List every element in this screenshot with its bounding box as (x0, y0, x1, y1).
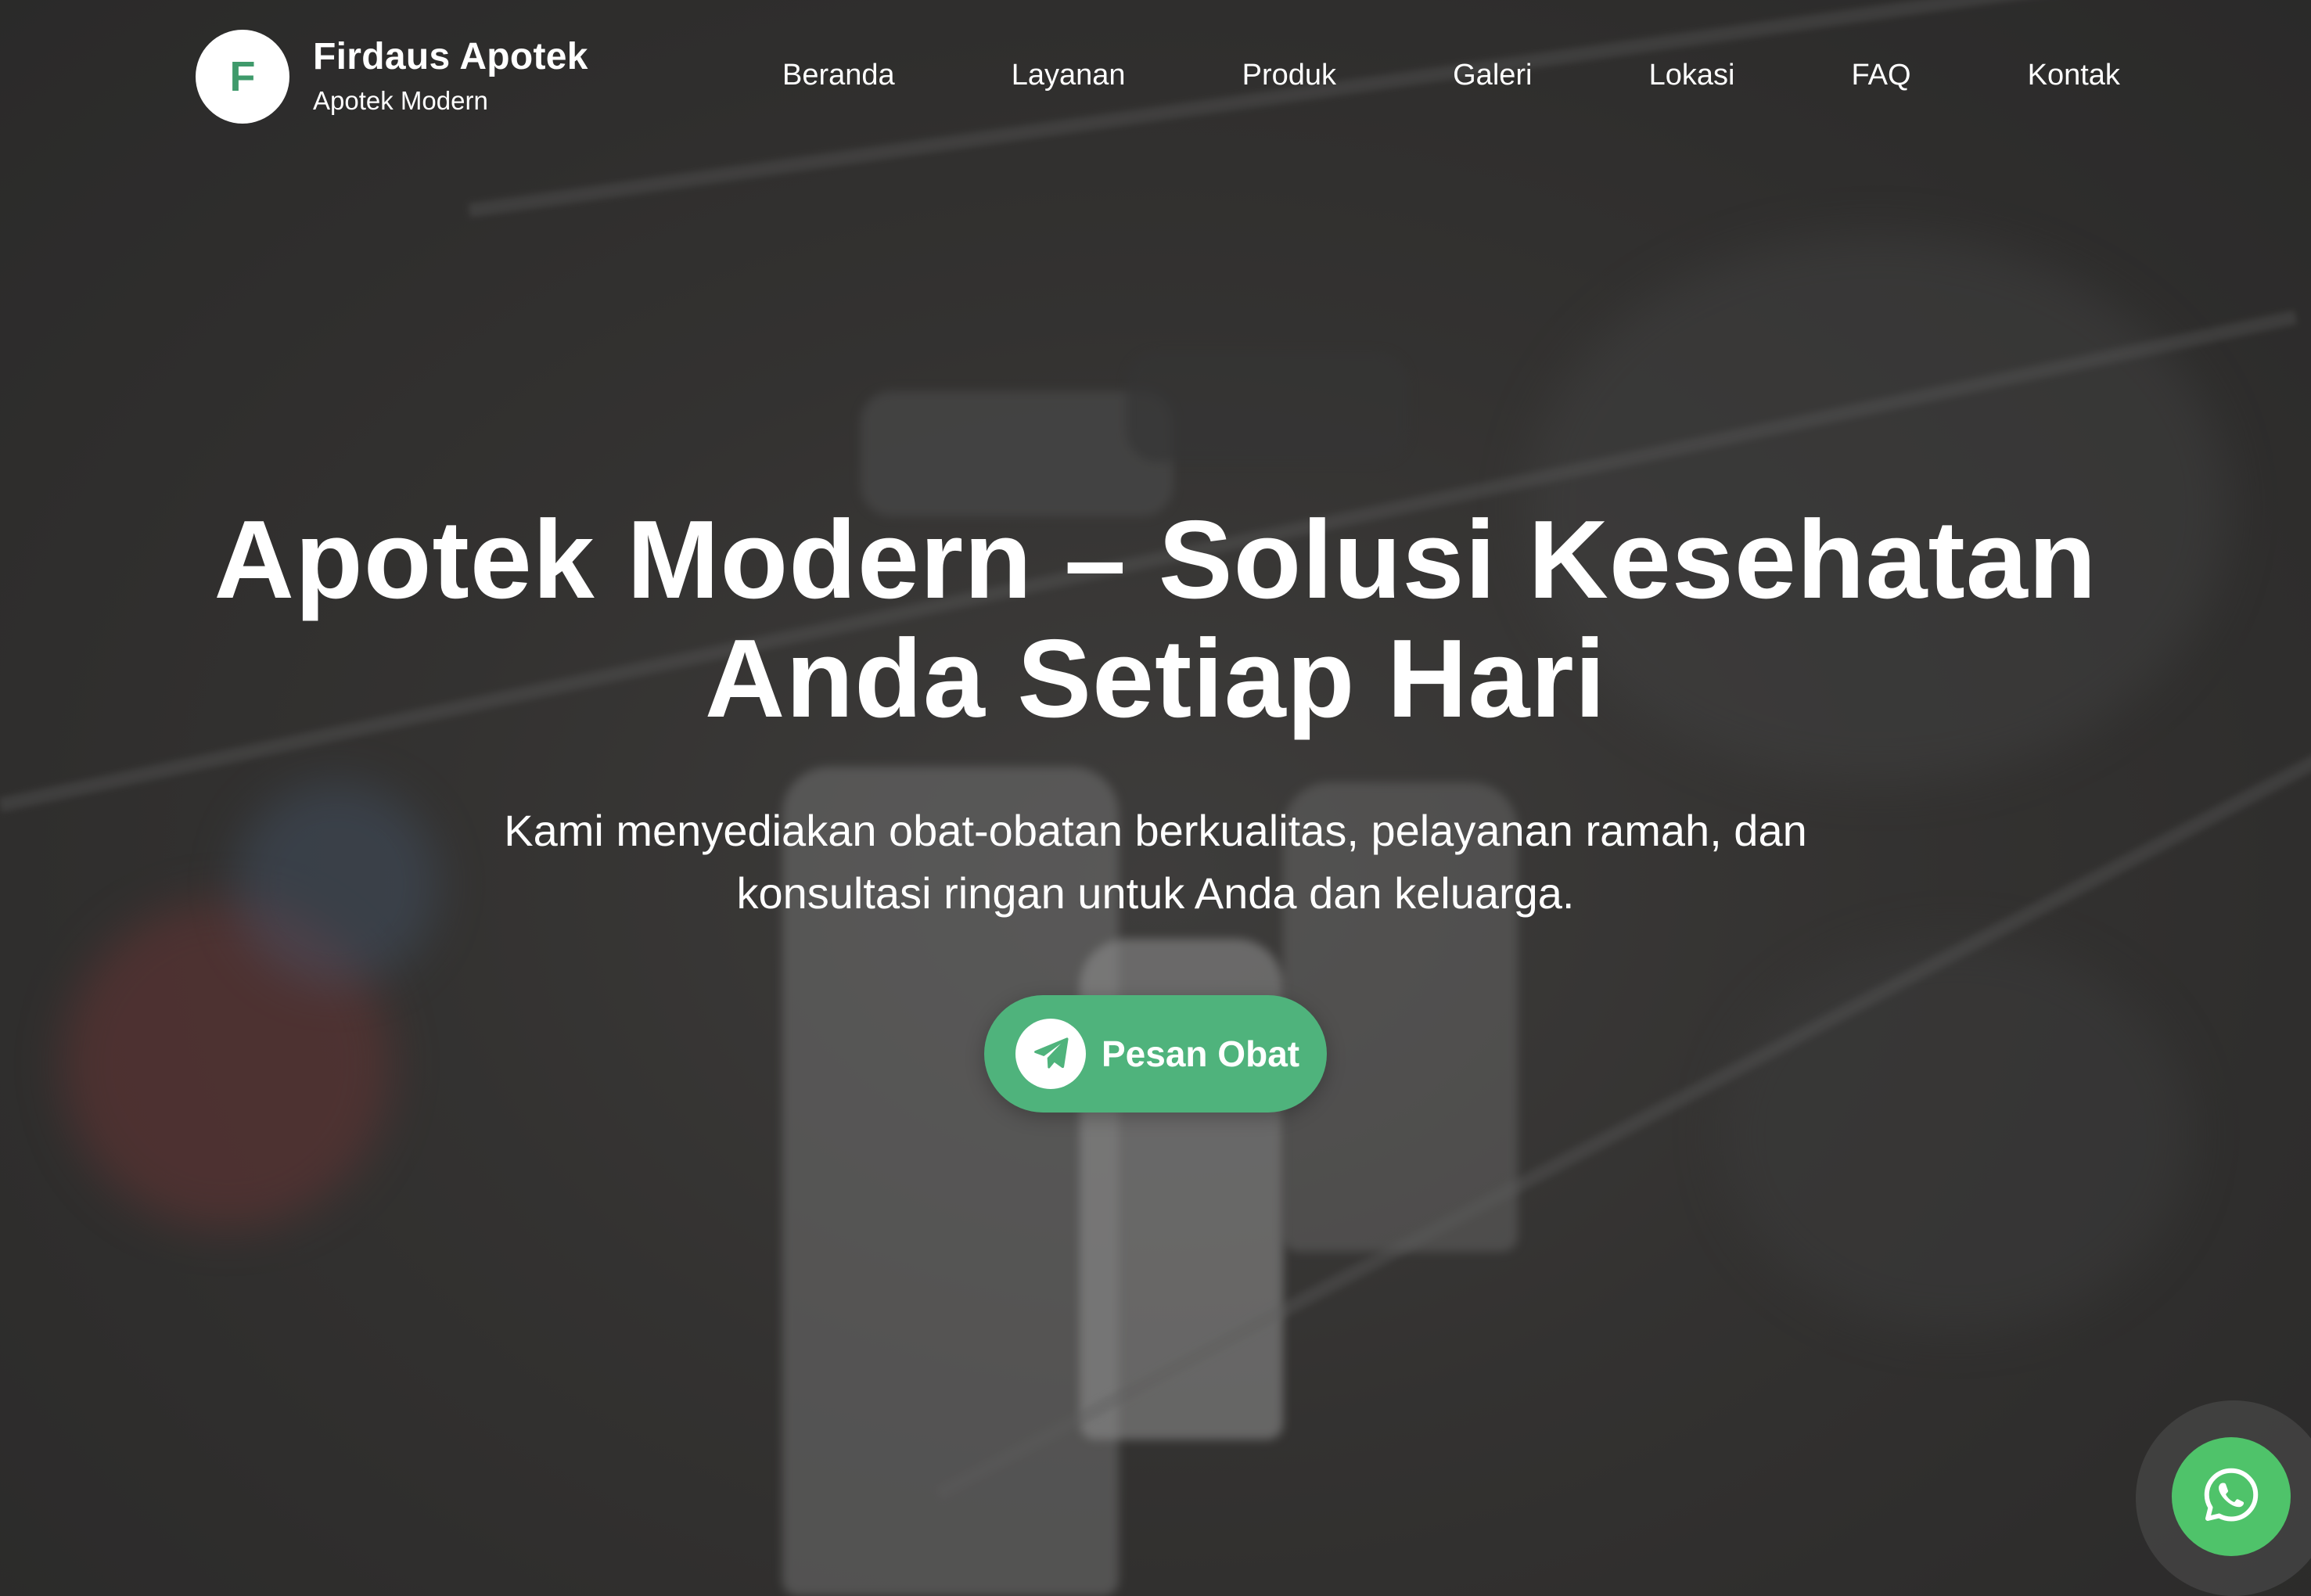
hero-title-line-1: Apotek Modern – Solusi Kesehatan (214, 498, 2097, 622)
nav-link-layanan[interactable]: Layanan (1012, 55, 1126, 95)
nav-link-beranda[interactable]: Beranda (782, 55, 895, 95)
hero-subtitle: Kami menyediakan obat-obatan berkualitas… (432, 800, 1879, 925)
brand-logo[interactable]: F (196, 30, 289, 124)
hero-title: Apotek Modern – Solusi Kesehatan Anda Se… (138, 501, 2173, 739)
brand-name[interactable]: Firdaus Apotek (313, 35, 588, 79)
main-nav: Beranda Layanan Produk Galeri Lokasi FAQ… (782, 55, 2120, 95)
hero-subtitle-line-1: Kami menyediakan obat-obatan berkualitas… (504, 806, 1807, 855)
brand-tagline: Apotek Modern (313, 86, 488, 115)
brand-logo-letter: F (229, 53, 256, 100)
brand[interactable]: F Firdaus Apotek Apotek Modern (196, 30, 588, 124)
paper-plane-icon (1015, 1019, 1086, 1089)
whatsapp-float-button[interactable] (2172, 1437, 2291, 1556)
nav-link-produk[interactable]: Produk (1242, 55, 1336, 95)
nav-link-faq[interactable]: FAQ (1852, 55, 1911, 95)
nav-link-lokasi[interactable]: Lokasi (1649, 55, 1735, 95)
nav-link-galeri[interactable]: Galeri (1453, 55, 1532, 95)
navbar: F Firdaus Apotek Apotek Modern Beranda L… (0, 0, 2311, 156)
hero-subtitle-line-2: konsultasi ringan untuk Anda dan keluarg… (736, 868, 1575, 918)
hero-content: Apotek Modern – Solusi Kesehatan Anda Se… (0, 501, 2311, 1113)
hero-title-line-2: Anda Setiap Hari (704, 616, 1607, 741)
brand-text: Firdaus Apotek Apotek Modern (313, 35, 588, 118)
hero-section: F Firdaus Apotek Apotek Modern Beranda L… (0, 0, 2311, 1596)
order-medicine-label: Pesan Obat (1102, 1033, 1300, 1074)
order-medicine-button[interactable]: Pesan Obat (984, 995, 1327, 1113)
whatsapp-icon (2200, 1464, 2262, 1530)
nav-link-kontak[interactable]: Kontak (2028, 55, 2120, 95)
